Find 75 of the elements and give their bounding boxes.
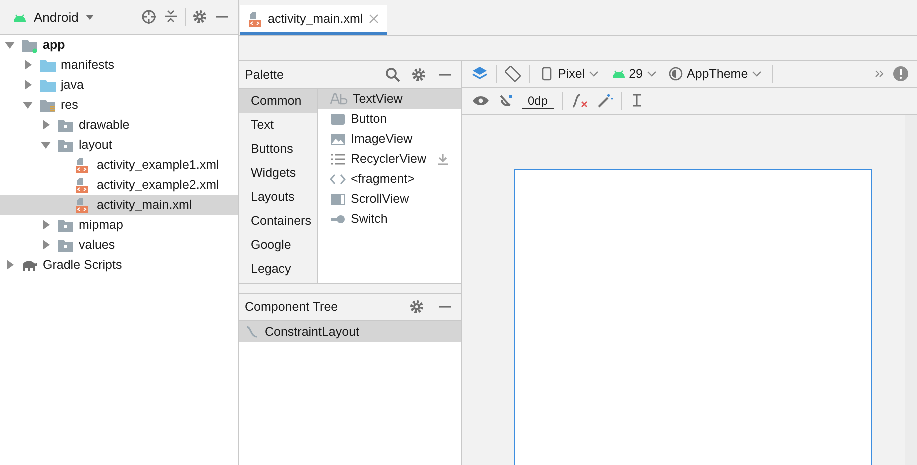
collapse-arrow-icon[interactable] xyxy=(22,99,34,111)
expand-arrow-icon[interactable] xyxy=(40,239,52,251)
palette-item[interactable]: Button xyxy=(318,109,461,129)
tree-item[interactable]: app xyxy=(0,35,238,55)
chevron-icon xyxy=(589,70,600,78)
expand-arrow-icon[interactable] xyxy=(22,79,34,91)
theme-dropdown[interactable]: AppTheme xyxy=(667,67,764,81)
palette-item[interactable]: ScrollView xyxy=(318,189,461,209)
collapse-all-icon[interactable] xyxy=(163,9,179,25)
xml-file-icon xyxy=(248,10,262,26)
magnet-icon[interactable] xyxy=(498,93,514,109)
tree-item[interactable]: res xyxy=(0,95,238,115)
tree-item[interactable]: activity_main.xml xyxy=(0,195,238,215)
rotate-device-icon[interactable] xyxy=(505,66,521,82)
tree-item[interactable]: java xyxy=(0,75,238,95)
constraint-icon xyxy=(245,324,259,338)
expand-arrow-icon[interactable] xyxy=(4,259,16,271)
tree-item[interactable]: layout xyxy=(0,135,238,155)
tree-item[interactable]: activity_example1.xml xyxy=(0,155,238,175)
eye-icon[interactable] xyxy=(472,94,490,108)
expand-arrow-icon[interactable] xyxy=(22,59,34,71)
palette-category[interactable]: Google xyxy=(239,233,317,257)
chevron-icon xyxy=(647,70,657,78)
palette-category[interactable]: Common xyxy=(239,89,317,113)
button-shape-icon xyxy=(330,112,346,126)
tree-item[interactable]: Gradle Scripts xyxy=(0,255,238,275)
clear-constraints-icon[interactable] xyxy=(571,93,590,109)
settings-icon[interactable] xyxy=(411,66,427,82)
tree-item[interactable]: drawable xyxy=(0,115,238,135)
tree-item[interactable]: mipmap xyxy=(0,215,238,235)
download-icon[interactable] xyxy=(437,152,449,166)
tree-item[interactable]: manifests xyxy=(0,55,238,75)
search-icon[interactable] xyxy=(385,66,401,82)
api-level-dropdown[interactable]: 29 xyxy=(609,67,659,81)
locate-icon[interactable] xyxy=(141,9,157,25)
palette-category[interactable]: Containers xyxy=(239,209,317,233)
palette-category[interactable]: Text xyxy=(239,113,317,137)
palette-category[interactable]: Legacy xyxy=(239,257,317,281)
expand-arrow-icon[interactable] xyxy=(40,119,52,131)
panel-title: Component Tree xyxy=(245,300,338,314)
caret-icon xyxy=(84,13,95,21)
layers-icon[interactable] xyxy=(472,66,488,82)
tree-item[interactable]: values xyxy=(0,235,238,255)
palette-category[interactable]: Layouts xyxy=(239,185,317,209)
text-sample-icon xyxy=(330,92,348,106)
close-icon[interactable] xyxy=(369,14,380,24)
palette-item[interactable]: RecyclerView xyxy=(318,149,461,169)
settings-icon[interactable] xyxy=(192,9,208,25)
editor-tab[interactable]: activity_main.xml xyxy=(240,5,388,35)
palette-item[interactable]: <fragment> xyxy=(318,169,461,189)
palette-item[interactable]: ImageView xyxy=(318,129,461,149)
warning-icon[interactable] xyxy=(893,66,909,82)
panel-title: Palette xyxy=(245,68,284,82)
palette-category[interactable]: Buttons xyxy=(239,137,317,161)
magic-wand-icon[interactable] xyxy=(597,93,614,109)
palette-item[interactable]: TextView xyxy=(318,89,461,109)
settings-icon[interactable] xyxy=(409,299,425,315)
palette-category[interactable]: Widgets xyxy=(239,161,317,185)
more-icon[interactable] xyxy=(875,69,885,79)
scroll-view-icon xyxy=(330,192,346,206)
expand-arrow-icon[interactable] xyxy=(40,219,52,231)
tree-item[interactable]: activity_example2.xml xyxy=(0,175,238,195)
theme-icon xyxy=(669,67,683,81)
chevron-icon xyxy=(752,70,762,78)
list-icon xyxy=(330,152,346,166)
phone-icon xyxy=(540,67,554,81)
collapse-arrow-icon[interactable] xyxy=(4,39,16,51)
palette-item[interactable]: Switch xyxy=(318,209,461,229)
device-dropdown[interactable]: Pixel xyxy=(538,67,602,81)
default-margin-field[interactable]: 0dp xyxy=(522,94,554,108)
view-dropdown[interactable]: Android xyxy=(12,10,95,24)
image-icon xyxy=(330,132,346,146)
collapse-arrow-icon[interactable] xyxy=(40,139,52,151)
component-item[interactable]: ConstraintLayout xyxy=(239,321,461,342)
code-brackets-icon xyxy=(330,172,346,186)
